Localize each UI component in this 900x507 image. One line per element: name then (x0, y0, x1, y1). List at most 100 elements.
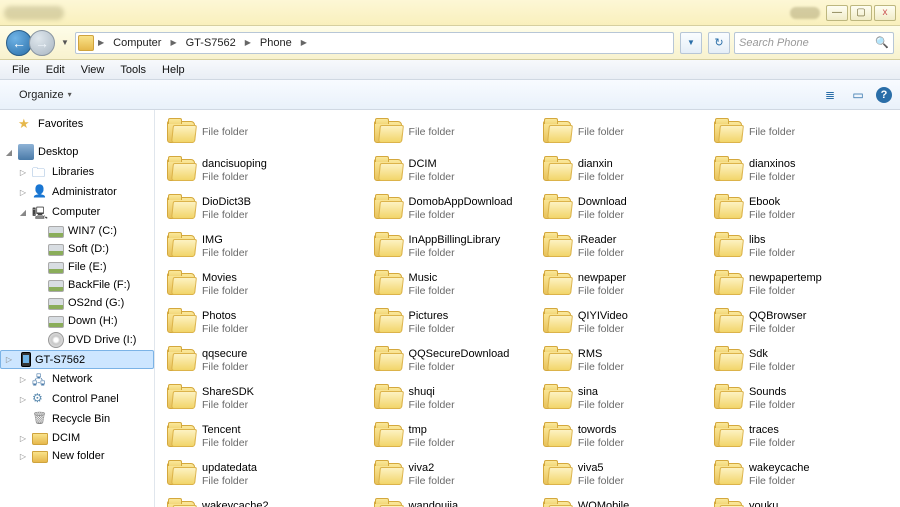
folder-item[interactable]: DCIMFile folder (370, 152, 531, 188)
view-options-button[interactable]: ≣ (820, 85, 840, 105)
menu-tools[interactable]: Tools (112, 62, 154, 78)
chevron-right-icon[interactable]: ▶ (96, 38, 106, 47)
tree-admin[interactable]: ▷👤Administrator (0, 182, 154, 202)
help-button[interactable]: ? (876, 87, 892, 103)
folder-item[interactable]: SdkFile folder (710, 342, 892, 378)
folder-item[interactable]: File folder (539, 114, 702, 150)
folder-item[interactable]: updatedataFile folder (163, 456, 362, 492)
folder-item[interactable]: qqsecureFile folder (163, 342, 362, 378)
folder-item[interactable]: DomobAppDownloadFile folder (370, 190, 531, 226)
nav-history-dropdown[interactable]: ▼ (59, 33, 71, 53)
tree-computer[interactable]: ◢🖳Computer (0, 202, 154, 222)
tree-favorites[interactable]: ★Favorites (0, 114, 154, 134)
tree-drive[interactable]: DVD Drive (I:) (0, 330, 154, 350)
item-name: wandoujia (409, 500, 459, 507)
breadcrumb[interactable]: Computer (108, 33, 166, 53)
folder-icon (32, 451, 48, 463)
close-button[interactable]: x (874, 5, 896, 21)
preview-pane-button[interactable]: ▭ (848, 85, 868, 105)
tree-drive[interactable]: File (E:) (0, 258, 154, 276)
folder-item[interactable]: MusicFile folder (370, 266, 531, 302)
tree-drive[interactable]: ▷GT-S7562 (0, 350, 154, 369)
folder-item[interactable]: wakeycacheFile folder (710, 456, 892, 492)
folder-item[interactable]: libsFile folder (710, 228, 892, 264)
minimize-button[interactable]: — (826, 5, 848, 21)
folder-item[interactable]: iReaderFile folder (539, 228, 702, 264)
chevron-right-icon[interactable]: ▶ (243, 38, 253, 47)
tree-folder[interactable]: ▷New folder (0, 447, 154, 465)
folder-item[interactable]: towordsFile folder (539, 418, 702, 454)
folder-item[interactable]: DownloadFile folder (539, 190, 702, 226)
tree-drive[interactable]: OS2nd (G:) (0, 294, 154, 312)
item-name: youku (749, 500, 795, 507)
chevron-right-icon[interactable]: ▶ (168, 38, 178, 47)
folder-item[interactable]: wandoujiaFile folder (370, 494, 531, 507)
folder-item[interactable]: viva5File folder (539, 456, 702, 492)
menu-help[interactable]: Help (154, 62, 193, 78)
tree-folder[interactable]: ▷DCIM (0, 429, 154, 447)
tree-label: Desktop (38, 146, 78, 158)
folder-item[interactable]: TencentFile folder (163, 418, 362, 454)
folder-item[interactable]: QQBrowserFile folder (710, 304, 892, 340)
folder-item[interactable]: EbookFile folder (710, 190, 892, 226)
menu-file[interactable]: File (4, 62, 38, 78)
tree-drive[interactable]: BackFile (F:) (0, 276, 154, 294)
address-bar[interactable]: ▶ Computer ▶ GT-S7562 ▶ Phone ▶ (75, 32, 674, 54)
folder-item[interactable]: MoviesFile folder (163, 266, 362, 302)
folder-item[interactable]: youkuFile folder (710, 494, 892, 507)
organize-button[interactable]: Organize ▾ (8, 85, 83, 105)
folder-icon (714, 425, 742, 447)
tree-desktop[interactable]: ◢Desktop (0, 142, 154, 162)
folder-item[interactable]: File folder (710, 114, 892, 150)
folder-item[interactable]: WQMobileFile folder (539, 494, 702, 507)
folder-item[interactable]: viva2File folder (370, 456, 531, 492)
refresh-button[interactable]: ↻ (708, 32, 730, 54)
refresh-button[interactable]: ▼ (680, 32, 702, 54)
folder-item[interactable]: RMSFile folder (539, 342, 702, 378)
folder-item[interactable]: wakeycache2File folder (163, 494, 362, 507)
search-box[interactable]: Search Phone 🔍 (734, 32, 894, 54)
tree-drive[interactable]: Soft (D:) (0, 240, 154, 258)
breadcrumb[interactable]: GT-S7562 (181, 33, 241, 53)
nav-forward-button[interactable]: → (29, 30, 55, 56)
tree-recycle-bin[interactable]: 🗑Recycle Bin (0, 409, 154, 429)
folder-item[interactable]: QQSecureDownloadFile folder (370, 342, 531, 378)
folder-item[interactable]: InAppBillingLibraryFile folder (370, 228, 531, 264)
folder-item[interactable]: File folder (163, 114, 362, 150)
items-view[interactable]: File folderFile folderFile folderFile fo… (155, 110, 900, 507)
desktop-icon (18, 144, 34, 160)
item-type: File folder (202, 361, 248, 373)
tree-drive[interactable]: WIN7 (C:) (0, 222, 154, 240)
folder-item[interactable]: dianxinFile folder (539, 152, 702, 188)
folder-item[interactable]: dancisuopingFile folder (163, 152, 362, 188)
folder-item[interactable]: newpaperFile folder (539, 266, 702, 302)
folder-item[interactable]: sinaFile folder (539, 380, 702, 416)
item-type: File folder (409, 399, 455, 411)
maximize-button[interactable]: ▢ (850, 5, 872, 21)
folder-item[interactable]: File folder (370, 114, 531, 150)
folder-item[interactable]: newpapertempFile folder (710, 266, 892, 302)
folder-item[interactable]: IMGFile folder (163, 228, 362, 264)
folder-item[interactable]: tmpFile folder (370, 418, 531, 454)
folder-icon (374, 463, 402, 485)
folder-item[interactable]: shuqiFile folder (370, 380, 531, 416)
folder-item[interactable]: QIYIVideoFile folder (539, 304, 702, 340)
folder-item[interactable]: tracesFile folder (710, 418, 892, 454)
tree-control-panel[interactable]: ▷⚙Control Panel (0, 389, 154, 409)
tree-network[interactable]: ▷🖧Network (0, 369, 154, 389)
folder-item[interactable]: PicturesFile folder (370, 304, 531, 340)
menu-edit[interactable]: Edit (38, 62, 73, 78)
tree-libraries[interactable]: ▷🗀Libraries (0, 162, 154, 182)
folder-item[interactable]: DioDict3BFile folder (163, 190, 362, 226)
drive-icon (48, 226, 64, 238)
folder-item[interactable]: PhotosFile folder (163, 304, 362, 340)
breadcrumb[interactable]: Phone (255, 33, 297, 53)
folder-item[interactable]: ShareSDKFile folder (163, 380, 362, 416)
chevron-right-icon[interactable]: ▶ (299, 38, 309, 47)
folder-item[interactable]: SoundsFile folder (710, 380, 892, 416)
tree-label: File (E:) (68, 261, 107, 273)
tree-drive[interactable]: Down (H:) (0, 312, 154, 330)
folder-item[interactable]: dianxinosFile folder (710, 152, 892, 188)
folder-icon (543, 425, 571, 447)
menu-view[interactable]: View (73, 62, 113, 78)
